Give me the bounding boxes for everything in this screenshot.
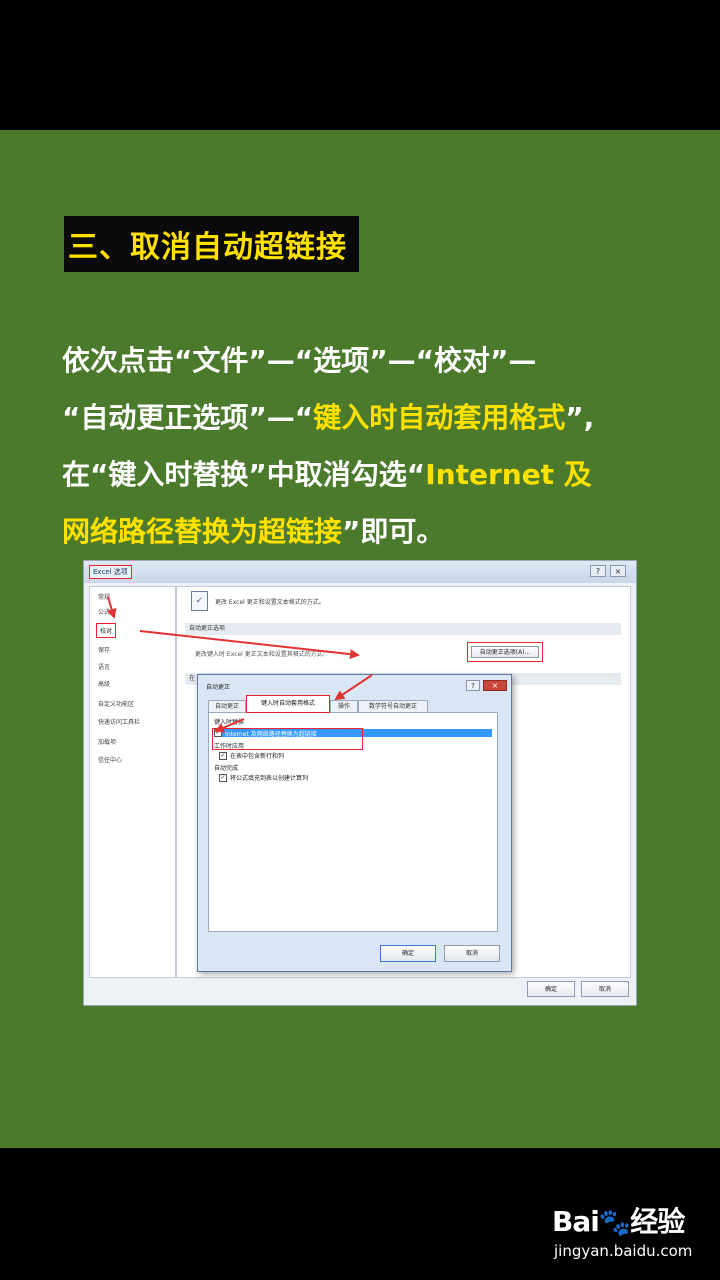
excel-options-screenshot: Excel 选项 ? × 常规 公式 校对 保存 语言 高级 自定义功能区 快速…: [83, 560, 637, 1006]
fill-formulas-checkbox[interactable]: ✓ 将公式填充到表以创建计算列: [219, 773, 308, 782]
instruction-text: 在“键入时替换”中取消勾选“: [62, 458, 426, 491]
section-heading: 三、取消自动超链接: [64, 216, 359, 272]
close-icon[interactable]: ×: [610, 565, 626, 577]
nav-item-save[interactable]: 保存: [98, 645, 110, 654]
option-label: 在表中包含新行和列: [230, 753, 285, 760]
tab-math-autocorrect[interactable]: 数学符号自动更正: [358, 700, 428, 712]
autocorrect-label: 更改键入时 Excel 更正文本和设置其格式的方式:: [195, 651, 325, 658]
dialog-ok-button[interactable]: 确定: [380, 945, 436, 962]
dialog-help-icon[interactable]: ?: [466, 680, 480, 691]
instruction-line-1: 依次点击“文件”—“选项”—“校对”—: [62, 332, 682, 389]
nav-item-advanced[interactable]: 高级: [98, 679, 110, 688]
window-title: Excel 选项: [89, 565, 132, 579]
watermark-url: jingyan.baidu.com: [554, 1242, 693, 1260]
instruction-highlight: Internet 及: [425, 458, 592, 491]
ok-button[interactable]: 确定: [527, 981, 575, 997]
checkbox-icon[interactable]: ✓: [219, 751, 227, 760]
logo-text: Bai: [552, 1205, 600, 1238]
checkbox-icon[interactable]: ✓: [214, 729, 222, 737]
internet-hyperlink-checkbox[interactable]: ✓ Internet 及网络路径替换为超链接: [214, 729, 492, 738]
tab-actions[interactable]: 操作: [330, 700, 358, 712]
nav-item-proofing[interactable]: 校对: [96, 623, 117, 638]
group-replace-as-you-type: 键入时替换: [214, 719, 245, 726]
nav-item-add-ins[interactable]: 加载项: [98, 737, 116, 746]
option-label: Internet 及网络路径替换为超链接: [225, 730, 317, 738]
nav-item-quick-access[interactable]: 快速访问工具栏: [98, 717, 140, 726]
instruction-text: “自动更正选项”—“: [62, 401, 314, 434]
abc-check-icon: ✓: [191, 591, 208, 611]
options-nav: 常规 公式 校对 保存 语言 高级 自定义功能区 快速访问工具栏 加载项 信任中…: [89, 586, 176, 978]
nav-item-formulas[interactable]: 公式: [98, 607, 110, 616]
tab-autocorrect[interactable]: 自动更正: [208, 700, 246, 712]
instruction-line-3: 在“键入时替换”中取消勾选“Internet 及: [62, 446, 682, 503]
nav-item-trust-center[interactable]: 信任中心: [98, 755, 122, 764]
baidu-jingyan-watermark: Bai🐾经验 jingyan.baidu.com: [552, 1200, 712, 1270]
instruction-text: ”,: [565, 401, 595, 434]
help-icon[interactable]: ?: [590, 565, 606, 577]
autocorrect-options-button-outline: 自动更正选项(A)...: [467, 642, 543, 662]
baidu-logo: Bai🐾经验: [552, 1200, 685, 1240]
include-rows-checkbox[interactable]: ✓ 在表中包含新行和列: [219, 751, 284, 760]
instruction-highlight: 网络路径替换为超链接: [62, 515, 343, 548]
window-titlebar: Excel 选项 ? ×: [84, 561, 636, 583]
instruction-text: 依次点击“文件”—“选项”—“校对”—: [62, 344, 537, 377]
proofing-description: 更改 Excel 更正和设置文本格式的方式。: [215, 599, 325, 606]
group-apply-as-you-work: 工作时应用: [214, 743, 245, 750]
dialog-close-icon[interactable]: ×: [483, 680, 507, 691]
nav-item-general[interactable]: 常规: [98, 592, 110, 601]
dialog-cancel-button[interactable]: 取消: [444, 945, 500, 962]
autocorrect-dialog: 自动更正 ? × 自动更正 键入时自动套用格式 操作 数学符号自动更正 键入时替…: [197, 674, 512, 972]
nav-item-language[interactable]: 语言: [98, 662, 110, 671]
logo-text: 经验: [630, 1205, 685, 1238]
autocorrect-options-button[interactable]: 自动更正选项(A)...: [471, 646, 539, 658]
instruction-text: ”即可。: [342, 515, 445, 548]
dialog-tab-body: 键入时替换 ✓ Internet 及网络路径替换为超链接 工作时应用 ✓ 在表中包含…: [208, 712, 498, 932]
instruction-highlight: 键入时自动套用格式: [313, 401, 566, 434]
instruction-line-2: “自动更正选项”—“键入时自动套用格式”,: [62, 389, 682, 446]
tab-autoformat-as-you-type[interactable]: 键入时自动套用格式: [246, 695, 330, 713]
nav-item-customize-ribbon[interactable]: 自定义功能区: [98, 699, 134, 708]
dialog-title: 自动更正: [206, 684, 231, 691]
option-label: 将公式填充到表以创建计算列: [230, 775, 309, 782]
instruction-line-4: 网络路径替换为超链接”即可。: [62, 503, 682, 560]
autocorrect-section-header: 自动更正选项: [185, 623, 621, 635]
instruction-paragraph: 依次点击“文件”—“选项”—“校对”— “自动更正选项”—“键入时自动套用格式”…: [62, 332, 682, 560]
heading-text: 三、取消自动超链接: [68, 230, 347, 265]
checkbox-icon[interactable]: ✓: [219, 773, 227, 782]
group-autocomplete: 自动完成: [214, 765, 239, 772]
cancel-button[interactable]: 取消: [581, 981, 629, 997]
paw-icon: 🐾: [598, 1208, 631, 1238]
